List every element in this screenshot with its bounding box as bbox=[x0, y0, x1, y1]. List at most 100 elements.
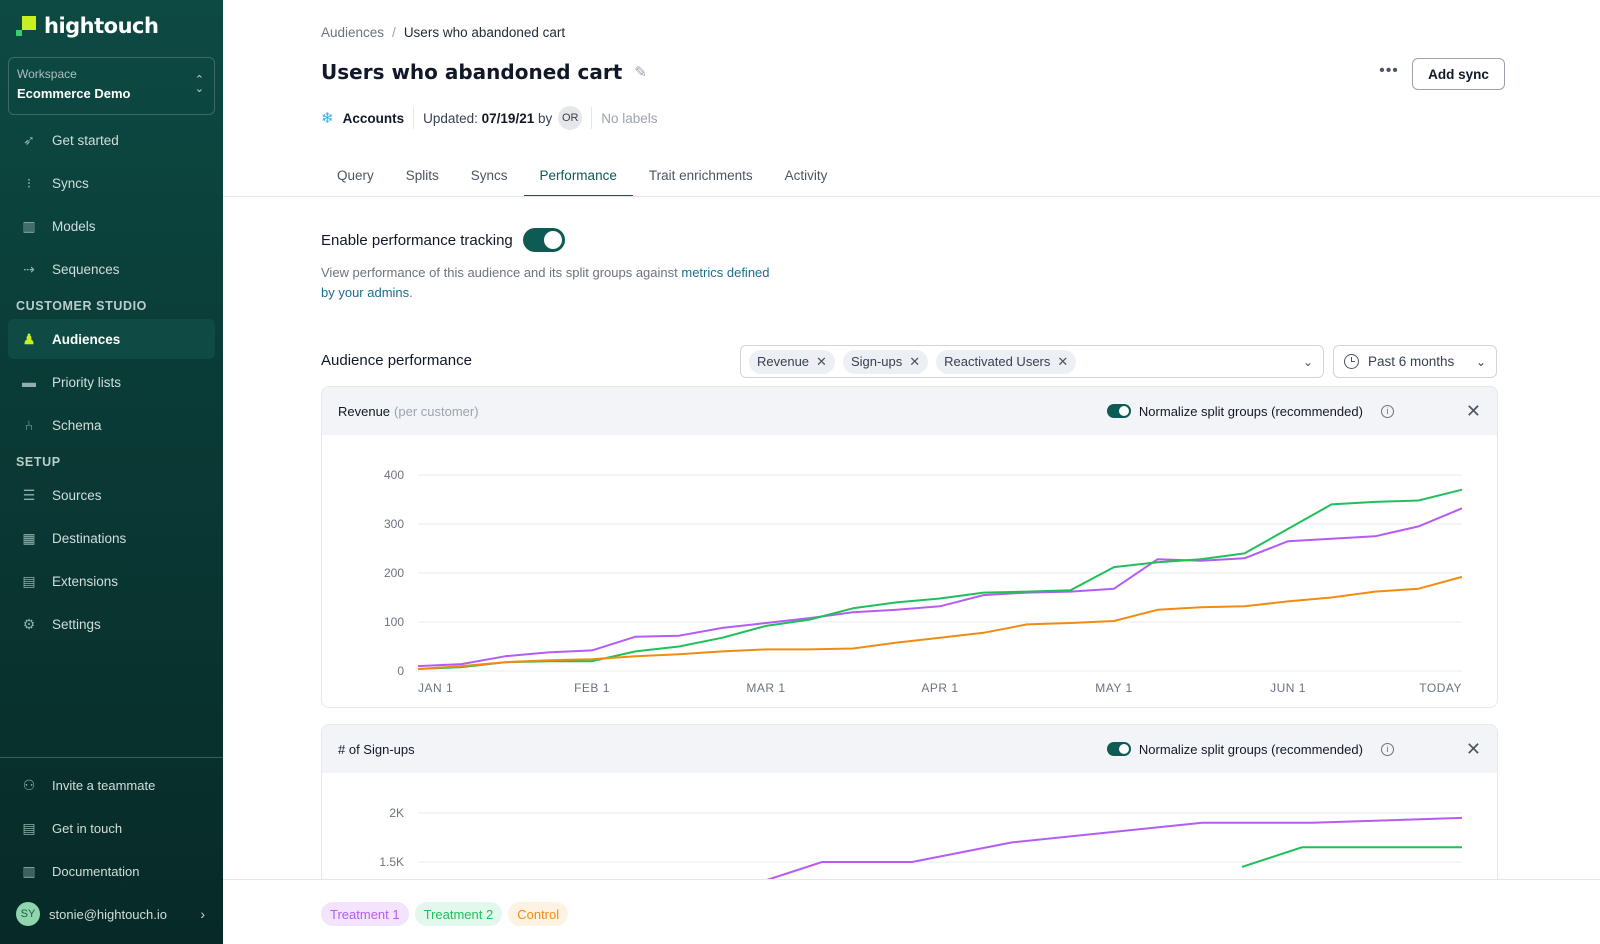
metric-chip: Revenue ✕ bbox=[749, 349, 835, 374]
chart-subtitle: (per customer) bbox=[394, 403, 479, 419]
sidebar-item-settings[interactable]: ⚙ Settings bbox=[8, 604, 215, 644]
destinations-icon: ▦ bbox=[22, 529, 36, 546]
tab-splits[interactable]: Splits bbox=[390, 163, 455, 197]
sidebar-item-audiences[interactable]: ♟ Audiences bbox=[8, 319, 215, 359]
metrics-select[interactable]: Revenue ✕ Sign-ups ✕ Reactivated Users ✕ ⌄ bbox=[740, 345, 1324, 378]
sidebar-item-schema[interactable]: ⑃ Schema bbox=[8, 405, 215, 445]
logo-text: hightouch bbox=[44, 14, 159, 38]
logo-mark-icon bbox=[16, 16, 36, 36]
sidebar-item-sources[interactable]: ☰ Sources bbox=[8, 475, 215, 515]
chart-title: # of Sign-ups bbox=[338, 741, 415, 757]
remove-icon[interactable]: ✕ bbox=[1057, 354, 1068, 370]
author-avatar: OR bbox=[558, 106, 583, 130]
sidebar-item-get-started[interactable]: ➶ Get started bbox=[8, 120, 215, 160]
description-text: View performance of this audience and it… bbox=[321, 265, 682, 280]
parent-model-link[interactable]: Accounts bbox=[343, 111, 405, 126]
tab-activity[interactable]: Activity bbox=[769, 163, 844, 197]
chevron-down-icon: ⌄ bbox=[1302, 354, 1313, 369]
audiences-icon: ♟ bbox=[22, 330, 36, 347]
sidebar-item-extensions[interactable]: ▤ Extensions bbox=[8, 561, 215, 601]
tab-trait-enrichments[interactable]: Trait enrichments bbox=[633, 163, 769, 197]
breadcrumb: Audiences / Users who abandoned cart bbox=[321, 25, 565, 40]
chart-header: # of Sign-ups Normalize split groups (re… bbox=[322, 725, 1497, 773]
enable-tracking-toggle[interactable] bbox=[522, 228, 565, 252]
workspace-switcher[interactable]: Workspace Ecommerce Demo ⌃ ⌄ bbox=[8, 57, 215, 115]
metric-chip-label: Sign-ups bbox=[850, 354, 903, 369]
sidebar-item-label: Invite a teammate bbox=[52, 777, 156, 793]
add-sync-button[interactable]: Add sync bbox=[1412, 58, 1505, 90]
remove-icon[interactable]: ✕ bbox=[816, 354, 827, 370]
labels-field[interactable]: No labels bbox=[601, 111, 657, 126]
tab-performance[interactable]: Performance bbox=[523, 163, 633, 197]
sidebar-item-invite[interactable]: ⚇ Invite a teammate bbox=[8, 765, 215, 805]
tab-syncs[interactable]: Syncs bbox=[455, 163, 524, 197]
chevron-down-icon: ⌄ bbox=[1475, 354, 1486, 369]
time-range-select[interactable]: Past 6 months ⌄ bbox=[1333, 345, 1497, 378]
normalize-toggle[interactable] bbox=[1106, 404, 1131, 418]
meta-divider bbox=[413, 107, 415, 129]
enable-tracking-row: Enable performance tracking bbox=[321, 228, 565, 252]
tabs-divider bbox=[223, 196, 1600, 197]
hightouch-logo[interactable]: hightouch bbox=[16, 14, 159, 38]
normalize-toggle[interactable] bbox=[1106, 742, 1131, 756]
sidebar-item-destinations[interactable]: ▦ Destinations bbox=[8, 518, 215, 558]
breadcrumb-current: Users who abandoned cart bbox=[403, 25, 566, 40]
close-icon[interactable]: ✕ bbox=[1466, 739, 1481, 760]
legend-chip-treatment-2[interactable]: Treatment 2 bbox=[414, 902, 503, 926]
normalize-label: Normalize split groups (recommended) bbox=[1138, 741, 1363, 757]
sidebar-item-get-in-touch[interactable]: ▤ Get in touch bbox=[8, 808, 215, 848]
audience-performance-title: Audience performance bbox=[321, 352, 472, 369]
tab-query[interactable]: Query bbox=[321, 163, 390, 197]
x-tick-label: MAR 1 bbox=[746, 681, 785, 695]
book-icon: ▥ bbox=[22, 862, 36, 879]
gear-icon: ⚙ bbox=[22, 615, 36, 632]
workspace-label: Workspace bbox=[17, 67, 77, 81]
schema-icon: ⑃ bbox=[24, 417, 34, 433]
chart-title: Revenue bbox=[338, 403, 391, 419]
info-icon[interactable]: i bbox=[1380, 404, 1394, 418]
sidebar-nav-bottom: ⚇ Invite a teammate ▤ Get in touch ▥ Docume… bbox=[8, 765, 215, 934]
rocket-icon: ➶ bbox=[23, 131, 35, 148]
performance-description: View performance of this audience and it… bbox=[321, 263, 781, 303]
workspace-name: Ecommerce Demo bbox=[17, 86, 131, 101]
close-icon[interactable]: ✕ bbox=[1466, 401, 1481, 422]
breadcrumb-parent[interactable]: Audiences bbox=[321, 25, 384, 40]
time-range-value: Past 6 months bbox=[1368, 354, 1455, 369]
sidebar-item-documentation[interactable]: ▥ Documentation bbox=[8, 851, 215, 891]
legend-chip-treatment-1[interactable]: Treatment 1 bbox=[321, 902, 409, 926]
remove-icon[interactable]: ✕ bbox=[909, 354, 920, 370]
pencil-icon[interactable]: ✎ bbox=[634, 63, 647, 81]
updated-label: Updated: bbox=[423, 110, 478, 126]
x-tick-label: MAY 1 bbox=[1095, 681, 1132, 695]
info-icon[interactable]: i bbox=[1380, 742, 1394, 756]
sidebar-item-label: Destinations bbox=[52, 530, 127, 546]
metric-chip-label: Revenue bbox=[757, 354, 810, 369]
sidebar-item-label: Schema bbox=[52, 417, 102, 433]
sidebar-item-priority-lists[interactable]: ▬ Priority lists bbox=[8, 362, 215, 402]
normalize-control: Normalize split groups (recommended) i ✕ bbox=[1106, 401, 1481, 422]
sidebar-item-label: Settings bbox=[52, 616, 101, 632]
sidebar-item-label: Get in touch bbox=[52, 820, 123, 836]
series-line-treatment-2 bbox=[1241, 846, 1462, 868]
chevron-right-icon: › bbox=[200, 906, 205, 922]
sidebar-item-label: Models bbox=[52, 218, 96, 234]
series-line-treatment-2 bbox=[417, 488, 1463, 670]
sidebar-item-syncs[interactable]: ⁝ Syncs bbox=[8, 163, 215, 203]
legend-chip-control[interactable]: Control bbox=[508, 902, 569, 926]
page-title: Users who abandoned cart ✎ bbox=[321, 60, 647, 84]
sidebar-item-models[interactable]: ▥ Models bbox=[8, 206, 215, 246]
user-menu[interactable]: SY stonie@hightouch.io › bbox=[8, 894, 215, 934]
more-options-button[interactable]: ••• bbox=[1375, 62, 1403, 84]
enable-tracking-label: Enable performance tracking bbox=[321, 231, 513, 249]
meta-divider bbox=[591, 107, 593, 129]
series-line-treatment-1 bbox=[417, 507, 1463, 668]
sidebar-item-label: Audiences bbox=[52, 331, 121, 347]
sidebar-divider bbox=[0, 757, 223, 758]
revenue-chart-card: Revenue (per customer) Normalize split g… bbox=[321, 386, 1498, 708]
chevron-up-down-icon: ⌃ ⌄ bbox=[194, 74, 204, 95]
sidebar-item-sequences[interactable]: ⇢ Sequences bbox=[8, 249, 215, 289]
sidebar-item-label: Syncs bbox=[52, 175, 89, 191]
updated-by: by bbox=[537, 110, 553, 126]
clock-icon bbox=[1344, 354, 1359, 369]
page-title-text: Users who abandoned cart bbox=[321, 60, 623, 84]
